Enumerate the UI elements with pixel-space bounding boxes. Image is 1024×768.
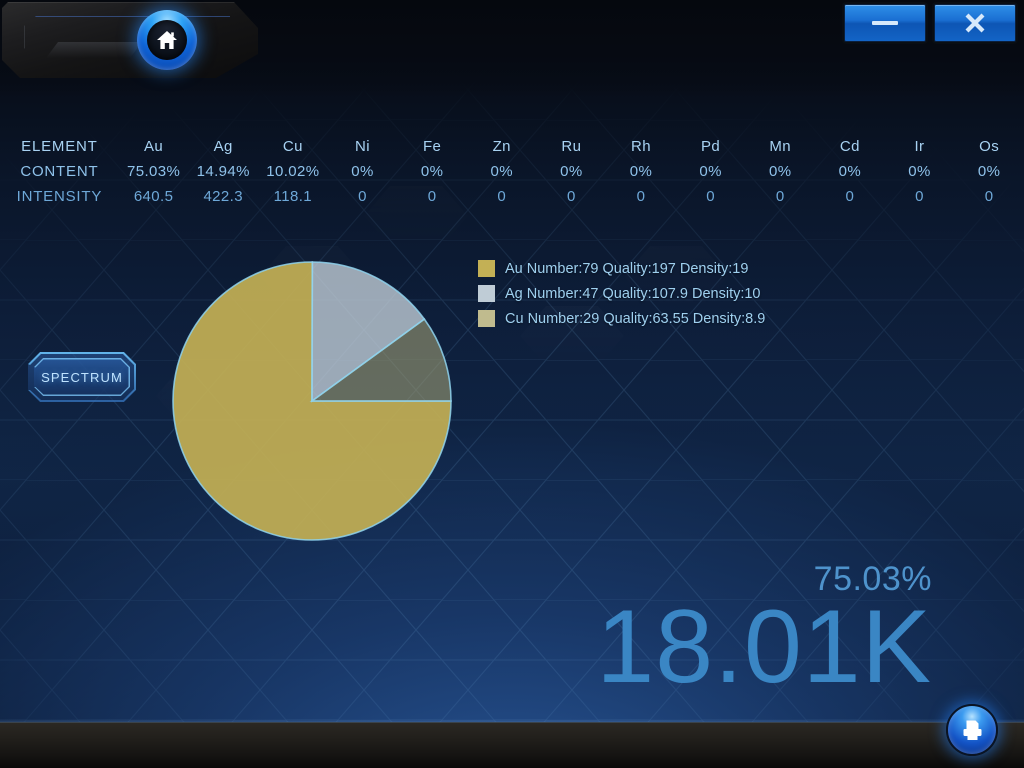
home-icon — [156, 30, 178, 50]
legend-label-ag: Ag Number:47 Quality:107.9 Density:10 — [505, 285, 761, 302]
element-cell: Ru — [561, 138, 582, 155]
pie-chart — [172, 261, 452, 541]
legend-swatch-ag — [478, 285, 495, 302]
intensity-cell: 0 — [497, 188, 507, 205]
intensity-cell: 118.1 — [273, 188, 313, 205]
readout-panel: 75.03% 18.01K — [596, 562, 932, 706]
intensity-cell: 0 — [706, 188, 715, 205]
row-label-content: CONTENT — [20, 163, 99, 180]
element-cell: Os — [979, 138, 1000, 155]
pie-slice-ag — [311, 261, 426, 403]
legend-label-cu: Cu Number:29 Quality:63.55 Density:8.9 — [505, 310, 766, 327]
legend-item: Cu Number:29 Quality:63.55 Density:8.9 — [478, 306, 765, 331]
logo-swoosh — [46, 42, 142, 58]
intensity-cell: 640.5 — [133, 188, 174, 205]
pie-legend: Au Number:79 Quality:197 Density:19 Ag N… — [478, 256, 765, 331]
table-row-element: ELEMENT Au Ag Cu Ni Fe Zn Ru Rh Pd Mn Cd… — [0, 134, 1024, 159]
logo-bar — [2, 2, 258, 78]
element-cell: Fe — [422, 138, 442, 155]
spectrum-button-label: SPECTRUM — [41, 369, 123, 385]
element-cell: Ni — [354, 138, 370, 155]
element-cell: Rh — [630, 138, 651, 155]
content-cell: 0% — [420, 163, 444, 180]
element-cell: Cd — [839, 138, 860, 155]
content-cell: 0% — [977, 163, 1001, 180]
row-label-intensity: INTENSITY — [16, 188, 103, 205]
close-icon — [964, 12, 986, 34]
content-cell: 0% — [699, 163, 722, 180]
pie-slice-cu — [309, 318, 452, 402]
content-cell: 0% — [838, 163, 862, 180]
content-cell: 10.02% — [266, 163, 320, 180]
intensity-cell: 0 — [915, 188, 924, 205]
element-table: ELEMENT Au Ag Cu Ni Fe Zn Ru Rh Pd Mn Cd… — [0, 134, 1024, 209]
spectrum-button[interactable]: SPECTRUM — [28, 352, 136, 402]
element-cell: Cu — [282, 138, 303, 155]
legend-swatch-au — [478, 260, 495, 277]
home-button-core — [147, 20, 187, 60]
content-cell: 0% — [768, 163, 792, 180]
minimize-button[interactable] — [844, 4, 926, 42]
legend-swatch-cu — [478, 310, 495, 327]
intensity-cell: 0 — [845, 188, 855, 205]
content-cell: 0% — [908, 163, 931, 180]
pie-slice-au — [172, 261, 452, 541]
content-cell: 0% — [629, 163, 653, 180]
legend-label-au: Au Number:79 Quality:197 Density:19 — [505, 260, 749, 277]
intensity-cell: 0 — [636, 188, 646, 205]
content-cell: 0% — [560, 163, 583, 180]
element-cell: Mn — [769, 138, 792, 155]
window-controls — [844, 4, 1016, 42]
content-cell: 0% — [490, 163, 513, 180]
intensity-cell: 0 — [358, 188, 367, 205]
intensity-cell: 0 — [984, 188, 994, 205]
bottom-bar — [0, 719, 1024, 768]
printer-icon — [959, 717, 985, 743]
intensity-cell: 422.3 — [203, 188, 243, 205]
intensity-cell: 0 — [427, 188, 437, 205]
app-window: ELEMENT Au Ag Cu Ni Fe Zn Ru Rh Pd Mn Cd… — [0, 0, 1024, 768]
element-cell: Au — [144, 138, 164, 155]
minimize-icon — [872, 19, 898, 27]
content-cell: 75.03% — [126, 163, 181, 180]
legend-item: Au Number:79 Quality:197 Density:19 — [478, 256, 765, 281]
content-cell: 14.94% — [196, 163, 250, 180]
legend-item: Ag Number:47 Quality:107.9 Density:10 — [478, 281, 765, 306]
intensity-cell: 0 — [775, 188, 785, 205]
readout-karat: 18.01K — [596, 589, 932, 706]
print-button[interactable] — [946, 704, 998, 756]
table-row-intensity: INTENSITY 640.5 422.3 118.1 0 0 0 0 0 0 … — [0, 184, 1024, 209]
element-cell: Zn — [492, 138, 511, 155]
content-cell: 0% — [351, 163, 374, 180]
element-cell: Pd — [701, 138, 721, 155]
close-button[interactable] — [934, 4, 1016, 42]
element-cell: Ag — [213, 138, 233, 155]
home-button[interactable] — [137, 10, 197, 70]
row-label-element: ELEMENT — [21, 138, 98, 155]
intensity-cell: 0 — [566, 188, 576, 205]
element-cell: Ir — [914, 138, 925, 155]
table-row-content: CONTENT 75.03% 14.94% 10.02% 0% 0% 0% 0%… — [0, 159, 1024, 184]
